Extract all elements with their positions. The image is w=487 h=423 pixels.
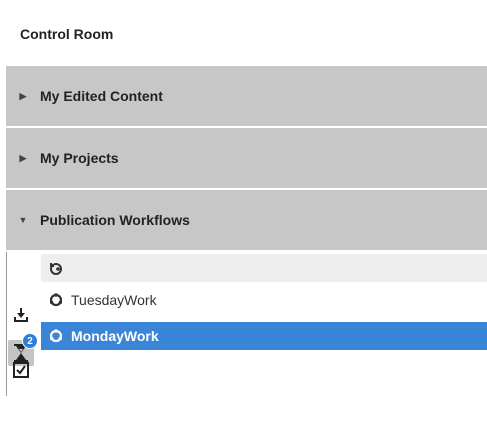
- accordion-label: My Projects: [40, 150, 119, 166]
- accordion-label: My Edited Content: [40, 88, 163, 104]
- accordion-label: Publication Workflows: [40, 212, 190, 228]
- accordion-publication-workflows[interactable]: ▼ Publication Workflows: [6, 190, 487, 250]
- accordion-my-projects[interactable]: ▶ My Projects: [6, 128, 487, 188]
- checkbox-icon: [13, 362, 29, 378]
- workflow-icon: [41, 292, 71, 308]
- tasks-count-badge: 2: [22, 333, 38, 349]
- control-room-panel: ▶ My Edited Content ▶ My Projects ▼ Publ…: [0, 66, 487, 396]
- caret-right-icon: ▶: [19, 90, 27, 101]
- download-icon: [14, 308, 28, 322]
- page-title: Control Room: [20, 26, 114, 42]
- caret-down-icon: ▼: [18, 215, 28, 225]
- workflow-item-tuesdaywork[interactable]: TuesdayWork: [41, 286, 487, 314]
- workflow-refresh-icon[interactable]: [41, 260, 71, 276]
- caret-right-icon: ▶: [19, 152, 27, 163]
- left-rail-divider: [6, 252, 7, 396]
- download-button[interactable]: [10, 304, 32, 326]
- workflow-list-header[interactable]: [41, 254, 487, 282]
- workflow-item-mondaywork[interactable]: MondayWork: [41, 322, 487, 350]
- workflow-label: MondayWork: [71, 328, 159, 344]
- workflow-icon: [41, 328, 71, 344]
- workflow-label: TuesdayWork: [71, 292, 157, 308]
- accordion-my-edited-content[interactable]: ▶ My Edited Content: [6, 66, 487, 126]
- completed-tasks-button[interactable]: [10, 359, 32, 381]
